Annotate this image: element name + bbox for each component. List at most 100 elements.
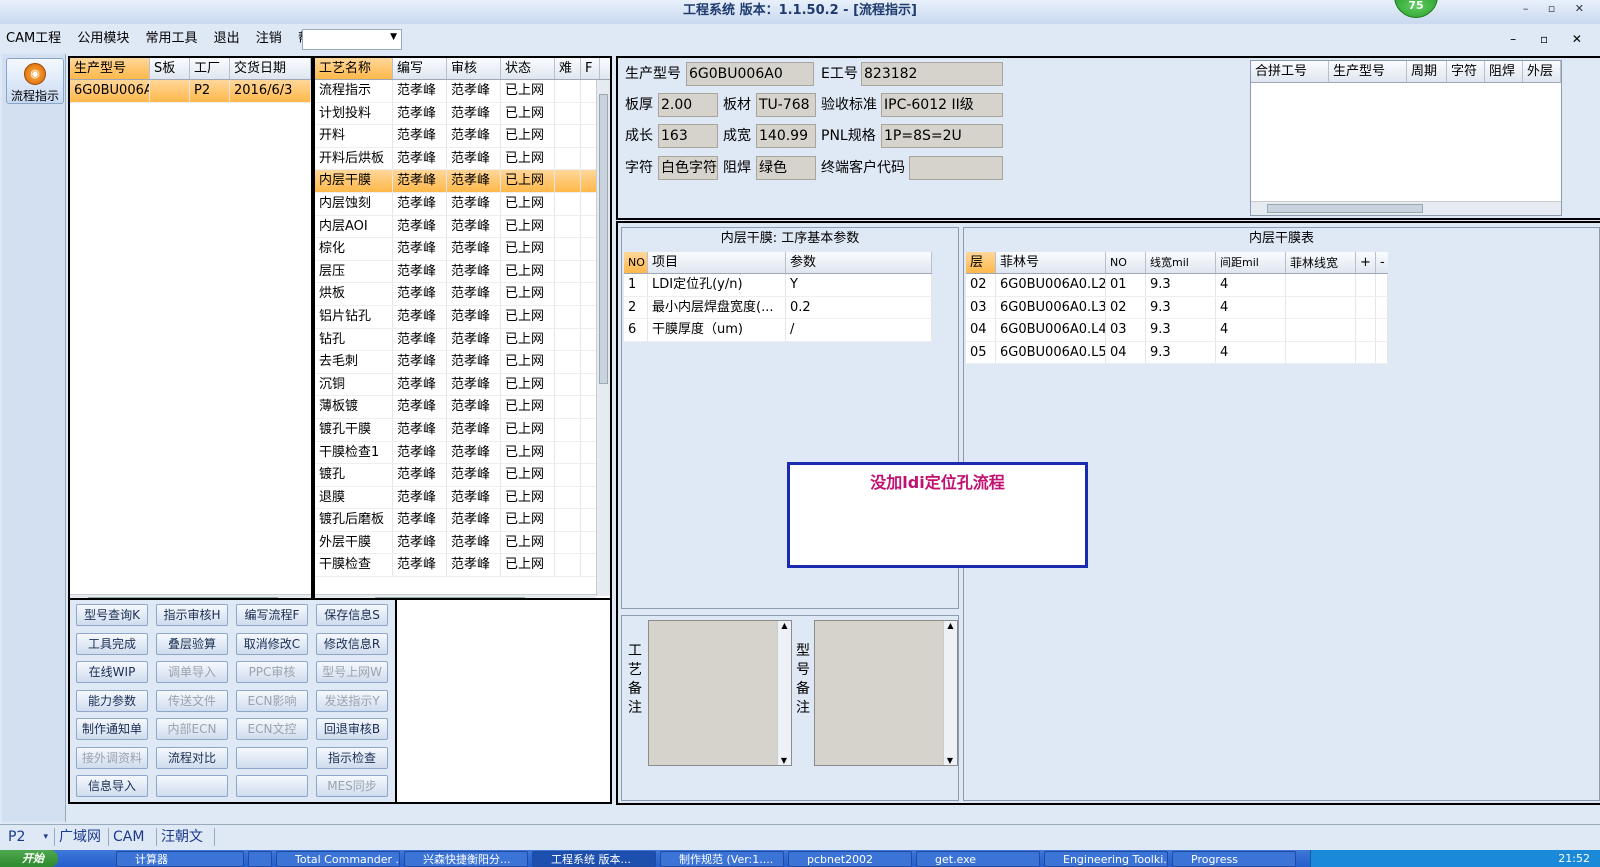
table-row[interactable]: 干膜检查1 范孝峰 范孝峰 已上网: [315, 441, 610, 465]
e-no-field[interactable]: 823182: [861, 62, 1003, 86]
col-merge-no[interactable]: 合拼工号: [1251, 61, 1329, 82]
table-row[interactable]: 内层蚀刻 范孝峰 范孝峰 已上网: [315, 192, 610, 216]
table-row[interactable]: 外层干膜 范孝峰 范孝峰 已上网: [315, 531, 610, 555]
table-row[interactable]: 棕化 范孝峰 范孝峰 已上网: [315, 238, 610, 261]
action-button-1-0[interactable]: 工具完成: [76, 632, 148, 655]
table-row[interactable]: 钻孔 范孝峰 范孝峰 已上网: [315, 328, 610, 352]
table-row[interactable]: 薄板镀 范孝峰 范孝峰 已上网: [315, 396, 610, 419]
table-row[interactable]: 去毛刺 范孝峰 范孝峰 已上网: [315, 351, 610, 374]
material-field[interactable]: TU-768: [756, 93, 816, 117]
action-button-4-3[interactable]: 回退审核B: [316, 718, 388, 740]
prod-model-field[interactable]: 6G0BU006A0: [686, 62, 814, 86]
table-row[interactable]: 1 LDI定位孔(y/n) Y: [624, 274, 932, 297]
task-xingsen[interactable]: 兴森快捷衡阳分...: [404, 851, 528, 867]
table-row[interactable]: 开料后烘板 范孝峰 范孝峰 已上网: [315, 147, 610, 171]
task-progress[interactable]: Progress: [1172, 851, 1296, 867]
table-row[interactable]: 烘板 范孝峰 范孝峰 已上网: [315, 283, 610, 306]
mask-field[interactable]: 绿色: [756, 156, 816, 180]
action-button-4-1[interactable]: 内部ECN: [156, 718, 228, 740]
col-item[interactable]: 项目: [648, 252, 786, 273]
action-button-2-1[interactable]: 调单导入: [156, 661, 228, 683]
action-button-3-1[interactable]: 传送文件: [156, 689, 228, 712]
action-button-0-3[interactable]: 保存信息S: [316, 604, 388, 626]
table-row[interactable]: 流程指示 范孝峰 范孝峰 已上网: [315, 80, 610, 103]
menu-combo[interactable]: ▼: [302, 29, 402, 50]
action-button-3-2[interactable]: ECN影响: [236, 689, 308, 712]
col-f[interactable]: F: [581, 58, 600, 79]
table-row[interactable]: 开料 范孝峰 范孝峰 已上网: [315, 125, 610, 148]
action-button-3-3[interactable]: 发送指示Y: [316, 689, 388, 712]
process-remark-textarea[interactable]: ▲ ▼: [648, 620, 792, 766]
action-button-6-2[interactable]: [236, 775, 308, 797]
table-row[interactable]: 铝片钻孔 范孝峰 范孝峰 已上网: [315, 305, 610, 329]
menu-common-tools[interactable]: 常用工具: [139, 26, 203, 52]
action-button-5-3[interactable]: 指示检查: [316, 746, 388, 769]
col-process[interactable]: 工艺名称: [315, 58, 393, 79]
table-row[interactable]: 02 6G0BU006A0.L2 01 9.3 4: [966, 274, 1388, 297]
menu-exit[interactable]: 退出: [208, 26, 246, 52]
length-field[interactable]: 163: [658, 124, 718, 148]
table-row[interactable]: 镀孔后磨板 范孝峰 范孝峰 已上网: [315, 509, 610, 532]
col-layer[interactable]: 层: [966, 252, 996, 273]
width-field[interactable]: 140.99: [756, 124, 816, 148]
menu-common-modules[interactable]: 公用模块: [71, 26, 135, 52]
col-model[interactable]: 生产型号: [1329, 61, 1407, 82]
table-row[interactable]: 镀孔 范孝峰 范孝峰 已上网: [315, 464, 610, 487]
col-mask[interactable]: 阻焊: [1485, 61, 1523, 82]
action-button-5-2[interactable]: [236, 746, 308, 769]
action-button-5-1[interactable]: 流程对比: [156, 746, 228, 769]
standard-field[interactable]: IPC-6012 II级: [881, 93, 1003, 117]
table-row[interactable]: 05 6G0BU006A0.L5 04 9.3 4: [966, 341, 1388, 365]
action-button-0-1[interactable]: 指示审核H: [156, 604, 228, 626]
action-button-1-1[interactable]: 叠层验算: [156, 632, 228, 655]
horizontal-scrollbar[interactable]: [1251, 201, 1561, 215]
task-spec[interactable]: 制作规范 (Ver:1....: [660, 851, 784, 867]
thickness-field[interactable]: 2.00: [658, 93, 718, 117]
table-row[interactable]: 沉铜 范孝峰 范孝峰 已上网: [315, 373, 610, 397]
table-row[interactable]: 2 最小内层焊盘宽度(... 0.2: [624, 296, 932, 320]
add-button[interactable]: +: [1356, 252, 1376, 273]
col-spacing[interactable]: 间距mil: [1216, 252, 1286, 273]
action-button-2-2[interactable]: PPC审核: [236, 661, 308, 683]
col-film-no[interactable]: 菲林号: [996, 252, 1106, 273]
flow-indicator-button[interactable]: ◉ 流程指示: [6, 58, 64, 104]
action-button-5-0[interactable]: 接外调资料: [76, 746, 148, 769]
task-total-commander[interactable]: Total Commander ...: [276, 851, 400, 867]
table-row[interactable]: 计划投料 范孝峰 范孝峰 已上网: [315, 102, 610, 126]
col-s-board[interactable]: S板: [150, 58, 190, 79]
action-button-1-2[interactable]: 取消修改C: [236, 632, 308, 655]
pnl-field[interactable]: 1P=8S=2U: [881, 124, 1003, 148]
task-get[interactable]: get.exe: [916, 851, 1040, 867]
start-button[interactable]: 开始: [0, 850, 58, 867]
col-no[interactable]: NO: [1106, 252, 1146, 273]
task-engineering-toolkit[interactable]: Engineering Toolki...: [1044, 851, 1168, 867]
table-row[interactable]: 镀孔干膜 范孝峰 范孝峰 已上网: [315, 418, 610, 442]
col-model[interactable]: 生产型号: [70, 58, 150, 79]
action-button-4-2[interactable]: ECN文控: [236, 718, 308, 740]
menu-logout[interactable]: 注销: [250, 26, 288, 52]
vertical-scrollbar[interactable]: [596, 80, 610, 596]
action-button-6-0[interactable]: 信息导入: [76, 775, 148, 797]
vertical-scrollbar[interactable]: ▲ ▼: [777, 621, 791, 765]
col-line-width[interactable]: 线宽mil: [1146, 252, 1216, 273]
action-button-6-3[interactable]: MES同步: [316, 775, 388, 797]
menu-cam[interactable]: CAM工程: [0, 26, 67, 52]
col-factory[interactable]: 工厂: [190, 58, 230, 79]
mdi-controls[interactable]: – ▫ ✕: [1510, 32, 1592, 46]
action-button-2-0[interactable]: 在线WIP: [76, 661, 148, 683]
task-icon[interactable]: [248, 851, 272, 867]
action-button-4-0[interactable]: 制作通知单: [76, 718, 148, 740]
vertical-scrollbar[interactable]: ▲ ▼: [943, 621, 957, 765]
table-row[interactable]: 04 6G0BU006A0.L4 03 9.3 4: [966, 319, 1388, 342]
task-calc[interactable]: 计算器: [116, 851, 244, 867]
char-field[interactable]: 白色字符: [658, 156, 718, 180]
col-delivery[interactable]: 交货日期: [230, 58, 311, 79]
action-button-3-0[interactable]: 能力参数: [76, 689, 148, 712]
task-engineering-system[interactable]: 工程系统 版本...: [532, 851, 656, 867]
window-controls[interactable]: – ▫ ✕: [1523, 2, 1592, 15]
table-row[interactable]: 6G0BU006A0 P2 2016/6/3: [70, 80, 311, 103]
action-button-6-1[interactable]: [156, 775, 228, 797]
task-pcbnet[interactable]: pcbnet2002: [788, 851, 912, 867]
customer-field[interactable]: [909, 156, 1003, 180]
table-row[interactable]: 内层干膜 范孝峰 范孝峰 已上网: [315, 170, 610, 193]
